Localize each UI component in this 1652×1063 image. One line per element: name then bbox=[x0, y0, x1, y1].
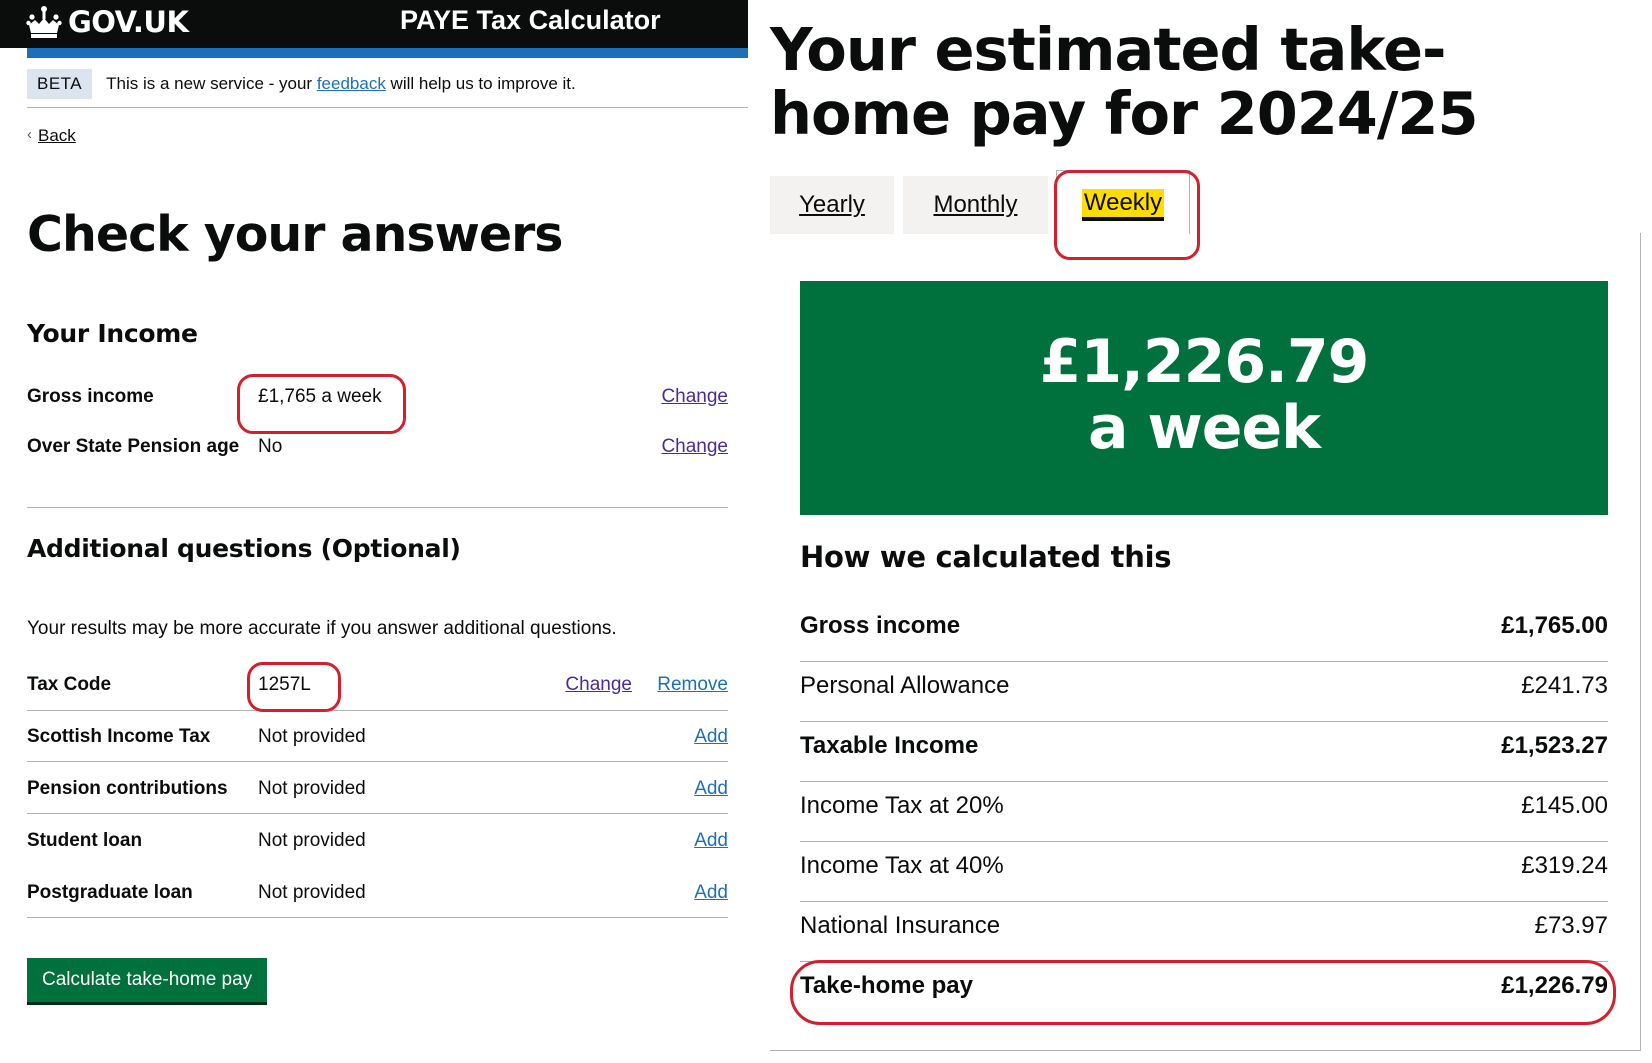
summary-key: Tax Code bbox=[27, 674, 112, 695]
change-tax-code-link[interactable]: Change bbox=[565, 674, 632, 695]
remove-tax-code-link[interactable]: Remove bbox=[657, 674, 728, 695]
breakdown-value: £145.00 bbox=[1521, 792, 1608, 819]
breakdown-label: National Insurance bbox=[800, 912, 1001, 939]
govuk-header: GOV.UK PAYE Tax Calculator bbox=[0, 0, 748, 48]
result-period: a week bbox=[1087, 393, 1321, 463]
breakdown-row-gross-income: Gross income £1,765.00 bbox=[800, 612, 1608, 662]
breakdown-row-national-insurance: National Insurance £73.97 bbox=[800, 912, 1608, 962]
breakdown-label: Gross income bbox=[800, 612, 961, 639]
header-blue-bar bbox=[27, 48, 748, 58]
add-scottish-tax-link[interactable]: Add bbox=[694, 726, 728, 747]
results-panel: Your estimated take-home pay for 2024/25… bbox=[770, 0, 1652, 1063]
breakdown-row-income-tax-20: Income Tax at 20% £145.00 bbox=[800, 792, 1608, 842]
summary-row-student-loan: Student loan Not provided Add bbox=[27, 826, 728, 866]
result-panel: £1,226.79 a week bbox=[800, 281, 1608, 515]
additional-intro: Your results may be more accurate if you… bbox=[27, 618, 617, 639]
tab-monthly[interactable]: Monthly bbox=[903, 176, 1048, 234]
summary-row-scottish-tax: Scottish Income Tax Not provided Add bbox=[27, 722, 728, 762]
summary-key: Over State Pension age bbox=[27, 436, 240, 457]
govuk-logo[interactable]: GOV.UK bbox=[26, 2, 189, 42]
breakdown-label: Taxable Income bbox=[800, 732, 979, 759]
add-student-loan-link[interactable]: Add bbox=[694, 830, 728, 851]
summary-value: 1257L bbox=[258, 674, 311, 695]
beta-text-after: will help us to improve it. bbox=[385, 73, 576, 93]
breakdown-label: Take-home pay bbox=[800, 972, 973, 999]
back-link[interactable]: Back bbox=[38, 126, 76, 146]
summary-value: Not provided bbox=[258, 830, 366, 851]
tab-monthly-label[interactable]: Monthly bbox=[933, 191, 1017, 219]
summary-key: Postgraduate loan bbox=[27, 882, 193, 903]
add-pension-link[interactable]: Add bbox=[694, 778, 728, 799]
change-state-pension-link[interactable]: Change bbox=[661, 436, 728, 457]
tab-weekly[interactable]: Weekly bbox=[1056, 170, 1190, 234]
calculate-button[interactable]: Calculate take-home pay bbox=[27, 958, 268, 1002]
summary-row-pension: Pension contributions Not provided Add bbox=[27, 774, 728, 814]
breakdown-label: Income Tax at 20% bbox=[800, 792, 1004, 819]
crown-icon bbox=[26, 6, 62, 38]
phase-banner: BETA This is a new service - your feedba… bbox=[27, 68, 748, 108]
breakdown-value: £73.97 bbox=[1534, 912, 1608, 939]
feedback-link[interactable]: feedback bbox=[317, 74, 386, 93]
page-title: Check your answers bbox=[27, 206, 563, 263]
beta-tag: BETA bbox=[27, 68, 93, 99]
breakdown-heading: How we calculated this bbox=[800, 540, 1172, 574]
result-amount: £1,226.79 bbox=[1039, 327, 1370, 397]
summary-row-state-pension: Over State Pension age No Change bbox=[27, 432, 728, 508]
tab-yearly[interactable]: Yearly bbox=[770, 176, 894, 234]
summary-value: Not provided bbox=[258, 726, 366, 747]
summary-key: Pension contributions bbox=[27, 778, 228, 799]
income-heading: Your Income bbox=[27, 319, 198, 348]
beta-text-before: This is a new service - your bbox=[106, 73, 317, 93]
summary-key: Student loan bbox=[27, 830, 143, 851]
summary-value: No bbox=[258, 436, 283, 457]
breakdown-value: £319.24 bbox=[1521, 852, 1608, 879]
breakdown-row-income-tax-40: Income Tax at 40% £319.24 bbox=[800, 852, 1608, 902]
breakdown-row-personal-allowance: Personal Allowance £241.73 bbox=[800, 672, 1608, 722]
tab-weekly-label[interactable]: Weekly bbox=[1081, 188, 1165, 217]
additional-heading: Additional questions (Optional) bbox=[27, 534, 461, 563]
back-link-container: ‹ Back bbox=[27, 126, 76, 146]
breakdown-value: £1,226.79 bbox=[1501, 972, 1608, 999]
breakdown-row-take-home-pay: Take-home pay £1,226.79 bbox=[800, 972, 1608, 1022]
summary-row-tax-code: Tax Code 1257L Change Remove bbox=[27, 670, 728, 711]
beta-text: This is a new service - your feedback wi… bbox=[106, 74, 576, 94]
summary-row-postgraduate-loan: Postgraduate loan Not provided Add bbox=[27, 878, 728, 918]
summary-key: Gross income bbox=[27, 386, 154, 407]
summary-key: Scottish Income Tax bbox=[27, 726, 211, 747]
service-name[interactable]: PAYE Tax Calculator bbox=[400, 5, 661, 36]
results-title: Your estimated take-home pay for 2024/25 bbox=[770, 15, 1479, 148]
breakdown-value: £1,765.00 bbox=[1501, 612, 1608, 639]
breakdown-value: £1,523.27 bbox=[1501, 732, 1608, 759]
breakdown-value: £241.73 bbox=[1521, 672, 1608, 699]
summary-row-gross-income: Gross income £1,765 a week Change bbox=[27, 382, 728, 432]
change-gross-income-link[interactable]: Change bbox=[661, 386, 728, 407]
summary-value: Not provided bbox=[258, 882, 366, 903]
summary-value: £1,765 a week bbox=[258, 386, 382, 407]
breakdown-row-taxable-income: Taxable Income £1,523.27 bbox=[800, 732, 1608, 782]
breakdown-label: Personal Allowance bbox=[800, 672, 1010, 699]
add-postgraduate-loan-link[interactable]: Add bbox=[694, 882, 728, 903]
breakdown-label: Income Tax at 40% bbox=[800, 852, 1004, 879]
chevron-left-icon: ‹ bbox=[27, 125, 32, 143]
govuk-logo-text: GOV.UK bbox=[68, 5, 189, 39]
summary-value: Not provided bbox=[258, 778, 366, 799]
check-answers-panel: GOV.UK PAYE Tax Calculator BETA This is … bbox=[0, 0, 748, 1063]
tab-yearly-label[interactable]: Yearly bbox=[799, 191, 865, 219]
